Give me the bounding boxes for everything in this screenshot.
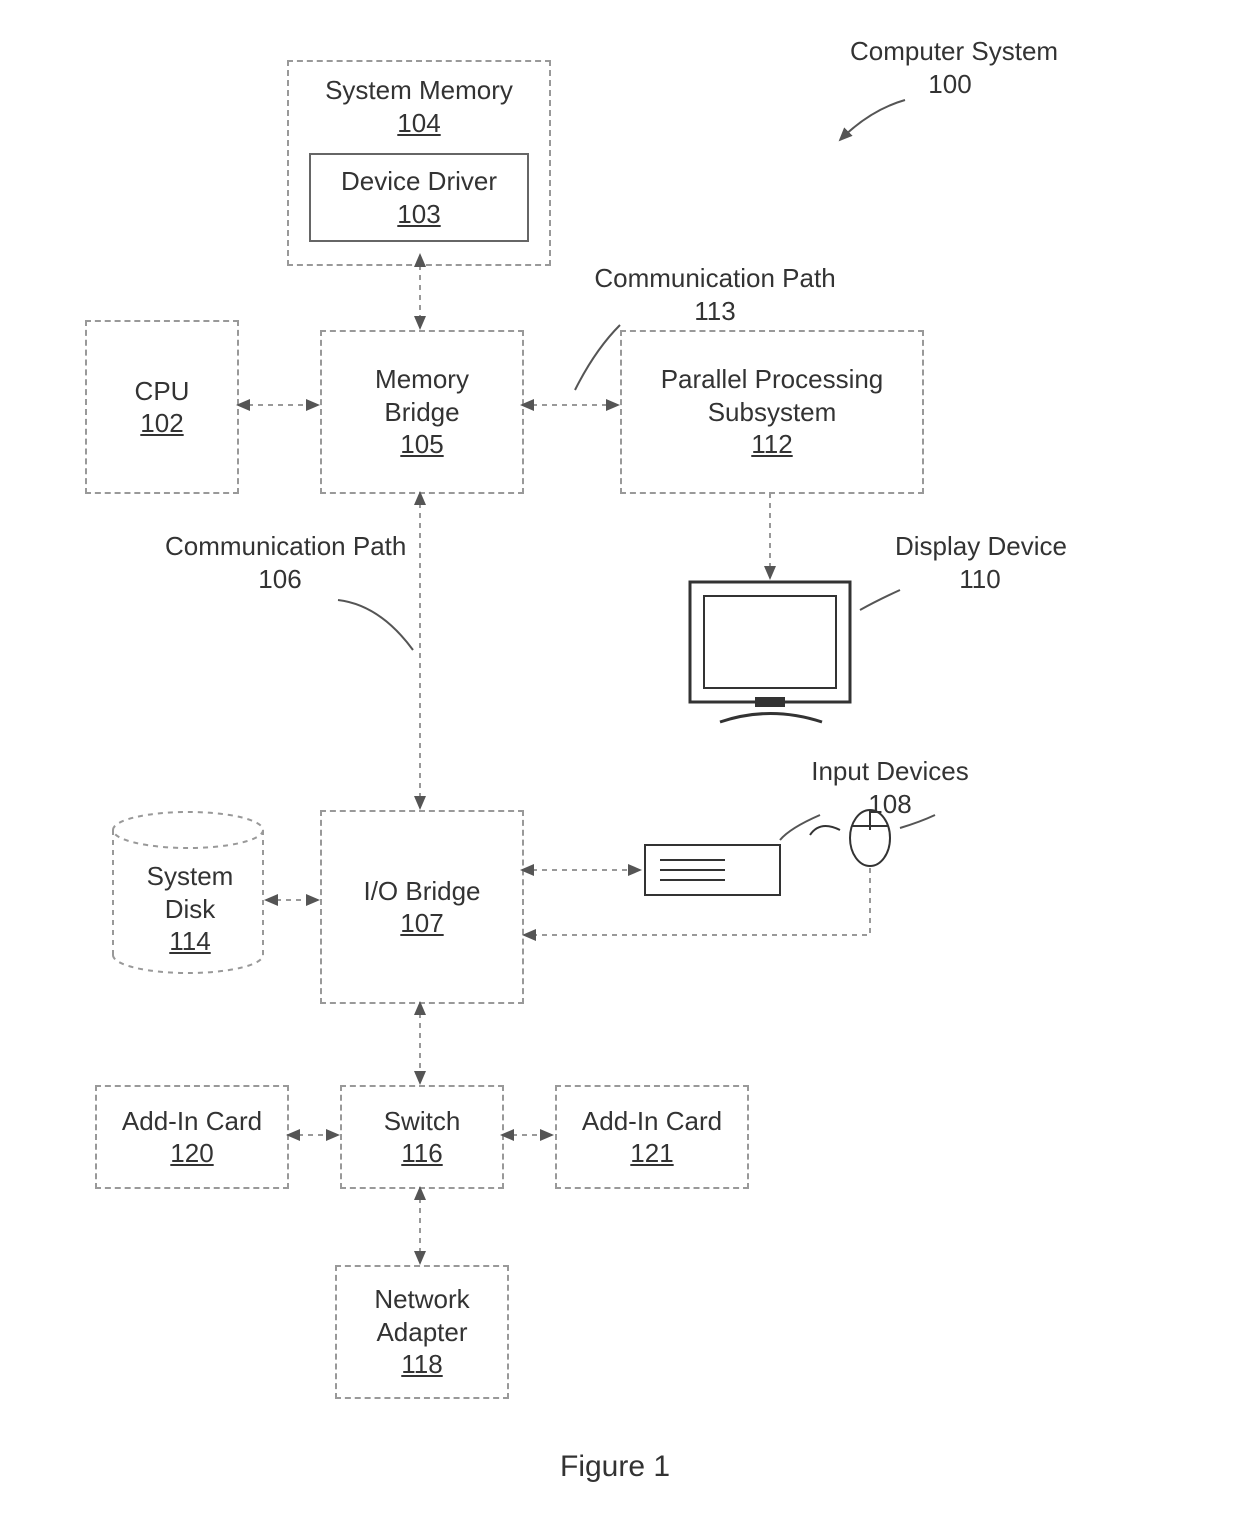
block-network: Network Adapter 118 — [335, 1265, 509, 1399]
display-num: 110 — [959, 564, 1000, 594]
system-disk-num: 114 — [169, 926, 210, 956]
label-comm-path-106: Communication Path 106 — [165, 530, 395, 595]
block-switch: Switch 116 — [340, 1085, 504, 1189]
block-memory-bridge: Memory Bridge 105 — [320, 330, 524, 494]
cpu-name: CPU — [135, 375, 190, 408]
cp113-num: 113 — [694, 296, 735, 326]
input-num: 108 — [868, 789, 911, 819]
display-name: Display Device — [895, 531, 1067, 561]
cpu-num: 102 — [140, 407, 183, 440]
addin-right-name: Add-In Card — [582, 1105, 722, 1138]
label-comm-path-113: Communication Path 113 — [565, 262, 865, 327]
device-driver-name: Device Driver — [341, 165, 497, 198]
leader-cp106 — [338, 600, 413, 650]
io-bridge-name: I/O Bridge — [363, 875, 480, 908]
device-driver-num: 103 — [397, 198, 440, 231]
switch-num: 116 — [401, 1137, 442, 1170]
addin-right-num: 121 — [630, 1137, 673, 1170]
memory-bridge-num: 105 — [400, 428, 443, 461]
cp113-name: Communication Path — [594, 263, 835, 293]
display-icon — [690, 582, 850, 722]
switch-name: Switch — [384, 1105, 461, 1138]
memory-bridge-name: Memory Bridge — [352, 363, 492, 428]
title-label: Computer System 100 — [850, 35, 1050, 100]
network-name: Network Adapter — [352, 1283, 492, 1348]
pps-num: 112 — [751, 428, 792, 461]
block-device-driver: Device Driver 103 — [309, 153, 529, 242]
leader-display — [860, 590, 900, 610]
label-display: Display Device 110 — [895, 530, 1065, 595]
title-name: Computer System — [850, 36, 1058, 66]
block-io-bridge: I/O Bridge 107 — [320, 810, 524, 1004]
io-bridge-num: 107 — [400, 907, 443, 940]
block-system-memory: System Memory 104 Device Driver 103 — [287, 60, 551, 266]
block-pps: Parallel Processing Subsystem 112 — [620, 330, 924, 494]
figure-caption: Figure 1 — [560, 1450, 670, 1484]
diagram-canvas: Computer System 100 System Memory 104 De… — [0, 0, 1240, 1519]
block-addin-right: Add-In Card 121 — [555, 1085, 749, 1189]
pps-name: Parallel Processing Subsystem — [642, 363, 902, 428]
leader-title — [840, 100, 905, 140]
block-system-disk: System Disk 114 — [120, 860, 260, 958]
addin-left-num: 120 — [170, 1137, 213, 1170]
leader-cp113 — [575, 325, 620, 390]
connectors-overlay — [0, 0, 1240, 1519]
addin-left-name: Add-In Card — [122, 1105, 262, 1138]
block-cpu: CPU 102 — [85, 320, 239, 494]
label-input-devices: Input Devices 108 — [790, 755, 990, 820]
block-addin-left: Add-In Card 120 — [95, 1085, 289, 1189]
cp106-num: 106 — [258, 564, 301, 594]
system-memory-name: System Memory — [325, 74, 513, 107]
network-num: 118 — [401, 1348, 442, 1381]
system-memory-num: 104 — [397, 107, 440, 140]
system-disk-name: System Disk — [120, 860, 260, 925]
cp106-name: Communication Path — [165, 531, 406, 561]
title-num: 100 — [928, 69, 971, 99]
keyboard-icon — [645, 845, 780, 895]
conn-mouse-io — [524, 868, 870, 935]
input-name: Input Devices — [811, 756, 969, 786]
